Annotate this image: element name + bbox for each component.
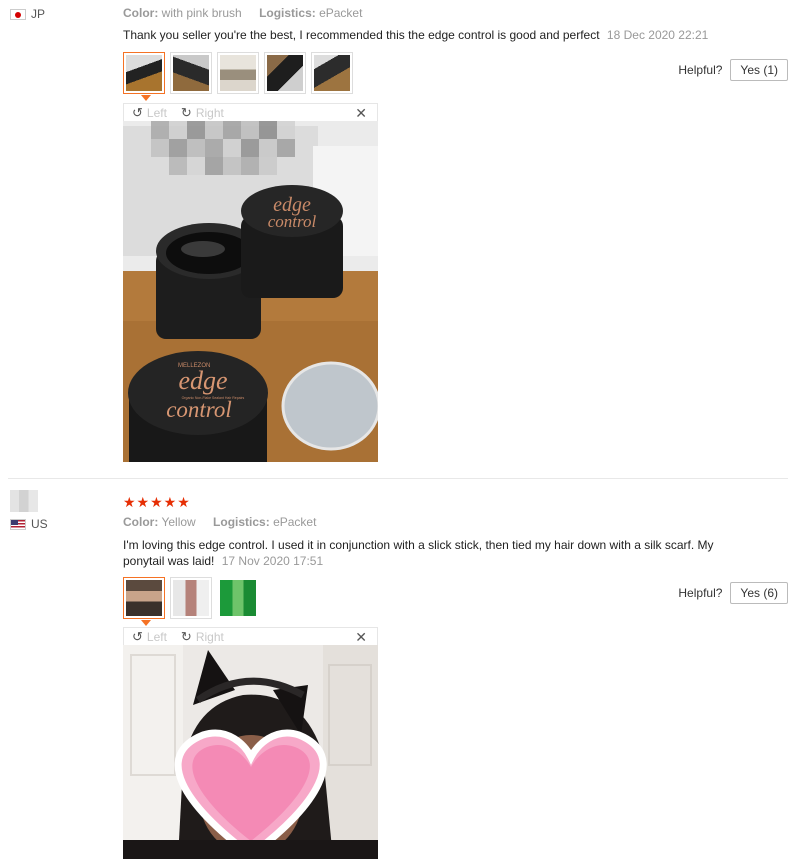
close-viewer-icon[interactable]: ✕	[355, 104, 367, 122]
photo-thumbnail[interactable]	[123, 577, 165, 626]
review-photo-large	[123, 645, 378, 859]
review-meta: Color: with pink brush Logistics: ePacke…	[123, 6, 362, 20]
color-label: Color:	[123, 515, 159, 529]
active-caret-icon	[141, 95, 151, 101]
review-photo-thumbnails	[123, 52, 353, 101]
buyer-country: US	[10, 517, 48, 531]
product-label-control-2: control	[166, 397, 232, 422]
rotate-left-icon[interactable]: ↺	[132, 629, 143, 645]
thumbnail-image	[126, 580, 162, 616]
review-item: JP Color: with pink brush Logistics: ePa…	[0, 0, 788, 478]
thumbnail-image	[126, 55, 162, 91]
photo-thumbnail[interactable]	[217, 52, 259, 94]
review-photo-thumbnails	[123, 577, 259, 626]
review-body-line-2: ponytail was laid!	[123, 554, 215, 568]
rotate-left-label[interactable]: Left	[147, 630, 167, 644]
country-code: JP	[31, 7, 46, 21]
review-item: US ★★★★★ Color: Yellow Logistics: ePacke…	[0, 480, 788, 859]
review-meta: Color: Yellow Logistics: ePacket	[123, 515, 316, 529]
rotate-left-label[interactable]: Left	[147, 106, 167, 120]
review-date: 18 Dec 2020 22:21	[606, 28, 709, 42]
review-photo-large: edge control MELLEZON edge control Organ…	[123, 121, 378, 462]
review-date: 17 Nov 2020 17:51	[221, 554, 324, 568]
photo-thumbnail[interactable]	[217, 577, 259, 619]
thumbnail-image	[220, 55, 256, 91]
photo-thumbnail[interactable]	[311, 52, 353, 94]
helpful-yes-button[interactable]: Yes (6)	[730, 582, 788, 604]
color-value: with pink brush	[161, 6, 242, 20]
thumbnail-image	[314, 55, 350, 91]
photo-thumbnail[interactable]	[170, 577, 212, 619]
thumbnail-image	[173, 55, 209, 91]
color-label: Color:	[123, 6, 159, 20]
review-body: Thank you seller you're the best, I reco…	[123, 28, 600, 42]
helpful-section: Helpful? Yes (1)	[678, 59, 788, 81]
rotate-right-icon[interactable]: ↻	[181, 629, 192, 645]
logistics-label: Logistics:	[213, 515, 270, 529]
close-viewer-icon[interactable]: ✕	[355, 628, 367, 646]
active-caret-icon	[141, 620, 151, 626]
review-text: Thank you seller you're the best, I reco…	[123, 27, 708, 43]
rotate-left-icon[interactable]: ↺	[132, 105, 143, 121]
helpful-label: Helpful?	[678, 586, 723, 600]
helpful-yes-button[interactable]: Yes (1)	[730, 59, 788, 81]
photo-thumbnail[interactable]	[123, 52, 165, 101]
country-code: US	[31, 517, 48, 531]
product-tagline: Organic Non-Flake Sealant Hair Repairs	[182, 396, 245, 400]
product-label-edge-2: edge	[178, 366, 227, 395]
photo-viewer-toolbar: ↺ Left ↻ Right ✕	[123, 103, 378, 121]
logistics-value: ePacket	[273, 515, 317, 529]
color-value: Yellow	[161, 515, 196, 529]
photo-thumbnail[interactable]	[264, 52, 306, 94]
thumbnail-image	[173, 580, 209, 616]
review-body-line-1: I'm loving this edge control. I used it …	[123, 538, 714, 552]
japan-flag-icon	[10, 8, 26, 20]
logistics-label: Logistics:	[259, 6, 316, 20]
review-text: I'm loving this edge control. I used it …	[123, 537, 763, 569]
rotate-right-icon[interactable]: ↻	[181, 105, 192, 121]
product-label-control: control	[268, 212, 317, 231]
helpful-section: Helpful? Yes (6)	[678, 582, 788, 604]
rotate-right-label[interactable]: Right	[196, 630, 224, 644]
review-divider	[8, 478, 788, 479]
photo-viewer-toolbar: ↺ Left ↻ Right ✕	[123, 627, 378, 645]
helpful-label: Helpful?	[678, 63, 723, 77]
thumbnail-image	[220, 580, 256, 616]
photo-thumbnail[interactable]	[170, 52, 212, 94]
thumbnail-image	[267, 55, 303, 91]
rotate-right-label[interactable]: Right	[196, 106, 224, 120]
star-rating: ★★★★★	[123, 494, 191, 510]
us-flag-icon	[10, 518, 26, 530]
logistics-value: ePacket	[319, 6, 363, 20]
buyer-country: JP	[10, 7, 45, 21]
